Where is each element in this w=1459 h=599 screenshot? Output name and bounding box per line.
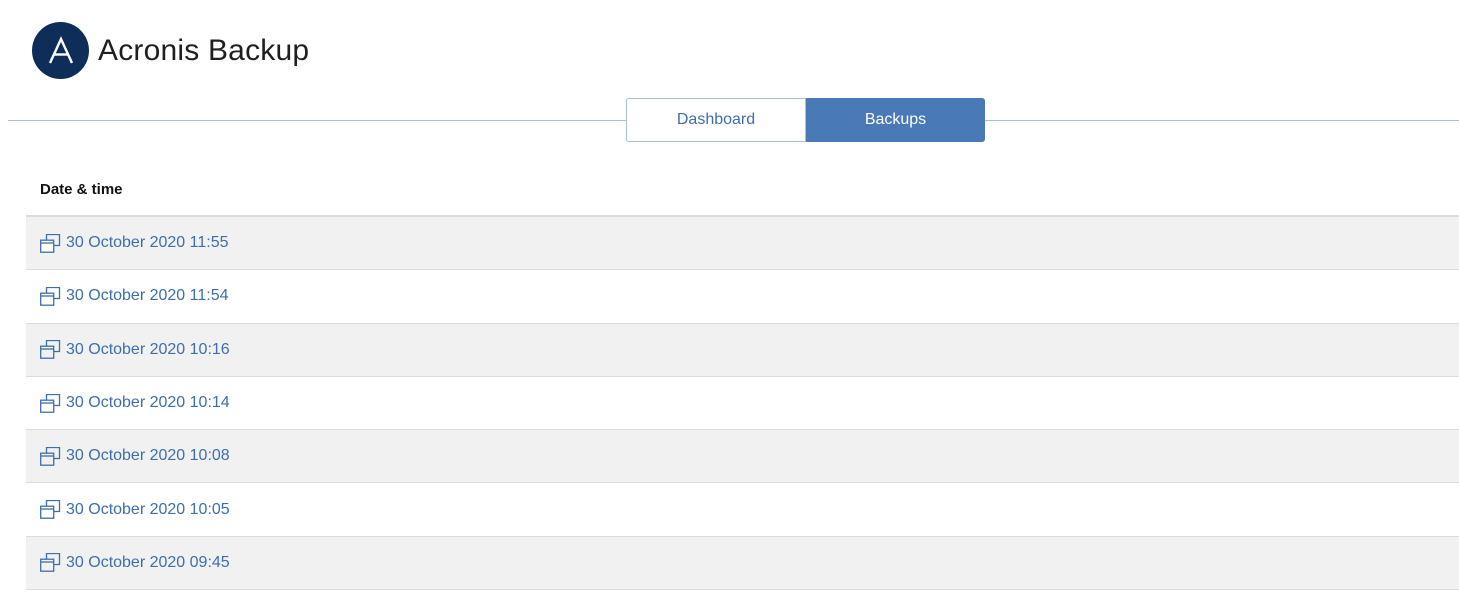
backup-date-link[interactable]: 30 October 2020 10:16 [66, 341, 230, 359]
table-row[interactable]: 30 October 2020 10:14 [26, 377, 1459, 431]
tab-dashboard[interactable]: Dashboard [626, 98, 806, 142]
table-row[interactable]: 30 October 2020 09:45 [26, 536, 1459, 591]
acronis-logo [32, 22, 89, 79]
restore-copy-icon [40, 446, 61, 466]
table-row[interactable]: 30 October 2020 10:05 [26, 483, 1459, 537]
table-row[interactable]: 30 October 2020 10:16 [26, 323, 1459, 377]
backup-date-link[interactable]: 30 October 2020 10:05 [66, 501, 230, 519]
app-title: Acronis Backup [98, 33, 310, 67]
restore-copy-icon [40, 393, 61, 413]
backup-date-link[interactable]: 30 October 2020 11:54 [66, 287, 229, 305]
restore-copy-icon [40, 233, 61, 253]
backup-date-link[interactable]: 30 October 2020 10:08 [66, 447, 230, 465]
restore-copy-icon [40, 340, 61, 360]
view-tabs: Dashboard Backups [626, 98, 985, 142]
acronis-logo-icon [48, 35, 73, 63]
backup-date-link[interactable]: 30 October 2020 09:45 [66, 554, 230, 572]
app-header: Acronis Backup [32, 22, 309, 79]
backups-table: Date & time 30 October 2020 11:55 30 Oct… [26, 164, 1459, 591]
table-row[interactable]: 30 October 2020 11:55 [26, 217, 1459, 271]
table-row[interactable]: 30 October 2020 10:08 [26, 430, 1459, 484]
restore-copy-icon [40, 286, 61, 306]
backup-date-link[interactable]: 30 October 2020 11:55 [66, 234, 229, 252]
restore-copy-icon [40, 553, 61, 573]
column-header-date-time[interactable]: Date & time [26, 164, 1459, 217]
tab-backups[interactable]: Backups [806, 98, 985, 142]
table-row[interactable]: 30 October 2020 11:54 [26, 270, 1459, 324]
restore-copy-icon [40, 500, 61, 519]
backup-date-link[interactable]: 30 October 2020 10:14 [66, 394, 230, 412]
